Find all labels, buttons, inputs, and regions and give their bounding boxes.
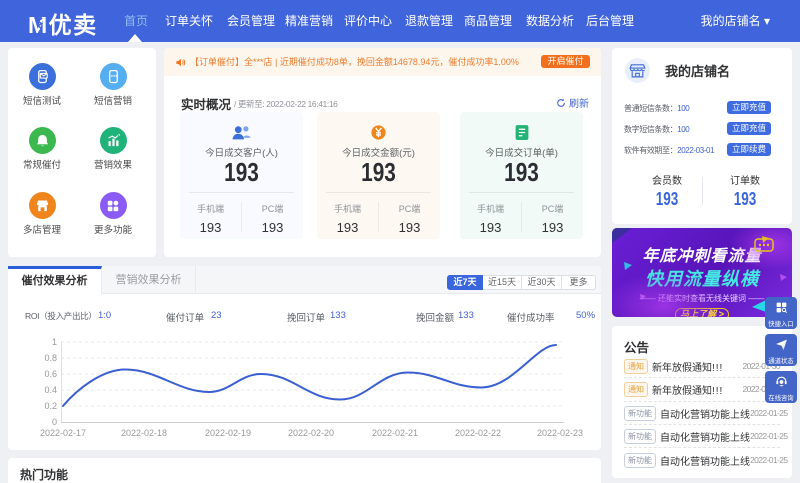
svg-text:2022-02-19: 2022-02-19 [205,428,251,438]
svg-text:1: 1 [52,337,57,347]
svg-text:0.6: 0.6 [44,369,57,379]
svg-text:0.2: 0.2 [44,401,57,411]
svg-text:0: 0 [52,417,57,427]
svg-text:2022-02-20: 2022-02-20 [288,428,334,438]
svg-text:2022-02-18: 2022-02-18 [121,428,167,438]
svg-text:2022-02-17: 2022-02-17 [40,428,86,438]
svg-text:0.4: 0.4 [44,385,57,395]
svg-text:2022-02-23: 2022-02-23 [537,428,583,438]
svg-text:2022-02-21: 2022-02-21 [372,428,418,438]
svg-text:0.8: 0.8 [44,353,57,363]
svg-text:2022-02-22: 2022-02-22 [455,428,501,438]
